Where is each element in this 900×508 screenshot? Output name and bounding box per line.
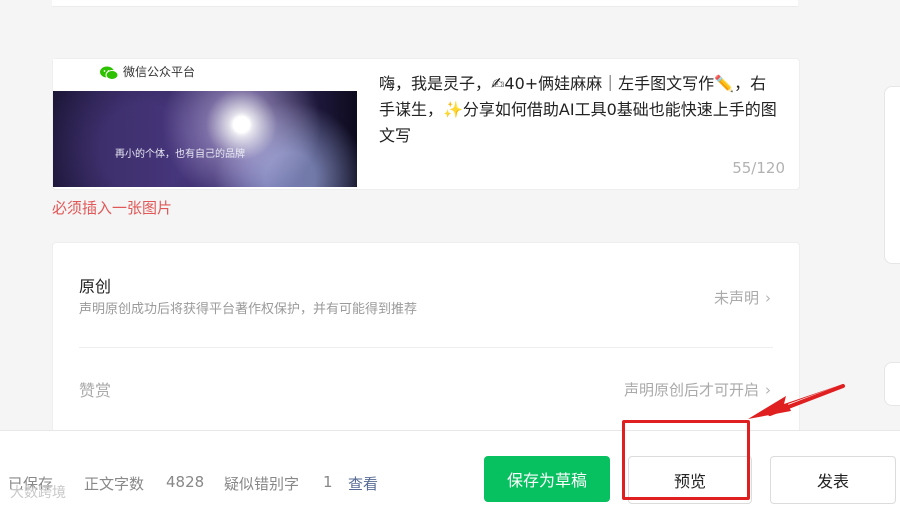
cover-required-error: 必须插入一张图片 — [52, 199, 173, 217]
watermark-text: 大数跨境 — [10, 485, 66, 501]
previous-section-card — [52, 0, 798, 7]
typo-value: 1 — [323, 473, 333, 491]
side-panel-tab[interactable] — [884, 86, 900, 264]
cover-space-image — [53, 91, 357, 187]
cover-brand-text: 微信公众平台 — [123, 65, 196, 79]
wechat-icon — [100, 66, 119, 80]
cover-image[interactable]: 微信公众平台 再小的个体，也有自己的品牌 — [53, 59, 357, 187]
chevron-right-icon: › — [765, 289, 771, 307]
wordcount-label: 正文字数 — [84, 475, 145, 493]
original-setting-status[interactable]: 未声明 › — [714, 287, 771, 308]
settings-divider — [79, 347, 773, 348]
view-typos-link[interactable]: 查看 — [348, 473, 378, 494]
cover-digest-card[interactable]: 微信公众平台 再小的个体，也有自己的品牌 嗨，我是灵子，✍40+俩娃麻麻｜左手图… — [52, 58, 800, 190]
chevron-right-icon: › — [765, 381, 771, 399]
tip-setting-status[interactable]: 声明原创后才可开启 › — [624, 379, 771, 400]
wordcount-value: 4828 — [166, 473, 205, 491]
cover-header: 微信公众平台 — [53, 59, 357, 91]
editor-panel: 微信公众平台 再小的个体，也有自己的品牌 嗨，我是灵子，✍40+俩娃麻麻｜左手图… — [0, 0, 900, 434]
tip-status-label: 声明原创后才可开启 — [623, 381, 759, 399]
digest-text[interactable]: 嗨，我是灵子，✍40+俩娃麻麻｜左手图文写作✏️，右手谋生，✨分享如何借助AI工… — [379, 71, 779, 149]
tip-setting-title: 赞赏 — [79, 381, 112, 400]
side-panel-tab-lower[interactable] — [884, 362, 900, 406]
article-settings-card: 原创 声明原创成功后将获得平台著作权保护，并有可能得到推荐 未声明 › 赞赏 声明… — [52, 242, 800, 434]
save-draft-button[interactable]: 保存为草稿 — [484, 456, 610, 502]
digest-char-count: 55/120 — [732, 159, 785, 177]
original-setting-desc: 声明原创成功后将获得平台著作权保护，并有可能得到推荐 — [79, 302, 418, 317]
publish-button[interactable]: 发表 — [770, 456, 896, 504]
preview-highlight-box — [622, 420, 750, 500]
original-setting-title: 原创 — [79, 277, 112, 296]
typo-label: 疑似错别字 — [224, 475, 300, 493]
cover-slogan: 再小的个体，也有自己的品牌 — [115, 149, 245, 160]
publish-toolbar: 已保存 正文字数 4828 疑似错别字 1 查看 保存为草稿 预览 发表 — [0, 430, 900, 508]
original-status-label: 未声明 — [713, 289, 759, 307]
